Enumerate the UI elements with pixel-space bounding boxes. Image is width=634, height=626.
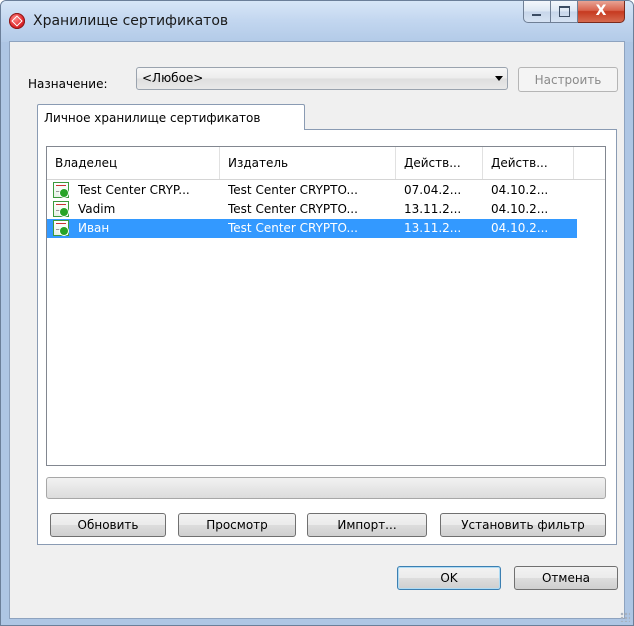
column-header-valid-from[interactable]: Действ... — [396, 147, 482, 179]
table-row[interactable]: Test Center CRYP... Test Center CRYPTO..… — [47, 181, 605, 200]
view-button[interactable]: Просмотр — [178, 513, 296, 537]
table-row[interactable]: Vadim Test Center CRYPTO... 13.11.2... 0… — [47, 200, 605, 219]
close-icon: X — [595, 3, 607, 19]
cell-valid-to: 04.10.2... — [491, 183, 549, 197]
cancel-button[interactable]: Отмена — [514, 566, 618, 590]
column-header-owner[interactable]: Владелец — [47, 147, 219, 179]
horizontal-scrollbar[interactable] — [46, 477, 606, 499]
cell-valid-to: 04.10.2... — [491, 202, 549, 216]
app-icon — [9, 13, 25, 29]
purpose-dropdown[interactable]: <Любое> — [136, 67, 508, 90]
chevron-down-icon — [495, 76, 503, 81]
cell-valid-to: 04.10.2... — [491, 221, 549, 235]
ok-button[interactable]: OK — [397, 566, 501, 590]
minimize-icon — [532, 14, 541, 16]
cell-issuer: Test Center CRYPTO... — [228, 221, 358, 235]
column-header-issuer[interactable]: Издатель — [220, 147, 395, 179]
column-header-valid-to[interactable]: Действ... — [483, 147, 573, 179]
close-button[interactable]: X — [578, 1, 625, 23]
caption-buttons: X — [523, 1, 625, 23]
import-button[interactable]: Импорт... — [307, 513, 427, 537]
configure-button[interactable]: Настроить — [518, 67, 618, 92]
title-bar[interactable]: Хранилище сертификатов X — [1, 1, 633, 41]
certificate-list[interactable]: Владелец Издатель Действ... Действ... Te… — [46, 146, 606, 466]
refresh-button[interactable]: Обновить — [50, 513, 166, 537]
table-row-selected[interactable]: Иван Test Center CRYPTO... 13.11.2... 04… — [47, 219, 577, 238]
cell-issuer: Test Center CRYPTO... — [228, 202, 358, 216]
resize-grip-icon[interactable] — [620, 612, 630, 622]
certificate-icon — [53, 220, 69, 236]
set-filter-button[interactable]: Установить фильтр — [440, 513, 606, 537]
purpose-dropdown-value: <Любое> — [142, 71, 204, 85]
cell-valid-from: 07.04.2... — [404, 183, 462, 197]
cell-valid-from: 13.11.2... — [404, 202, 462, 216]
maximize-icon — [559, 6, 570, 17]
cell-owner: Test Center CRYP... — [78, 183, 190, 197]
window-title: Хранилище сертификатов — [33, 13, 229, 29]
tab-personal-store[interactable]: Личное хранилище сертификатов — [37, 104, 305, 130]
certificate-icon — [53, 201, 69, 217]
cell-owner: Иван — [78, 221, 110, 235]
certificate-icon — [53, 182, 69, 198]
list-header: Владелец Издатель Действ... Действ... — [47, 147, 605, 180]
minimize-button[interactable] — [523, 1, 551, 23]
cell-valid-from: 13.11.2... — [404, 221, 462, 235]
cell-owner: Vadim — [78, 202, 116, 216]
column-separator[interactable] — [573, 147, 574, 179]
maximize-button[interactable] — [551, 1, 578, 23]
cell-issuer: Test Center CRYPTO... — [228, 183, 358, 197]
purpose-label: Назначение: — [28, 77, 108, 91]
